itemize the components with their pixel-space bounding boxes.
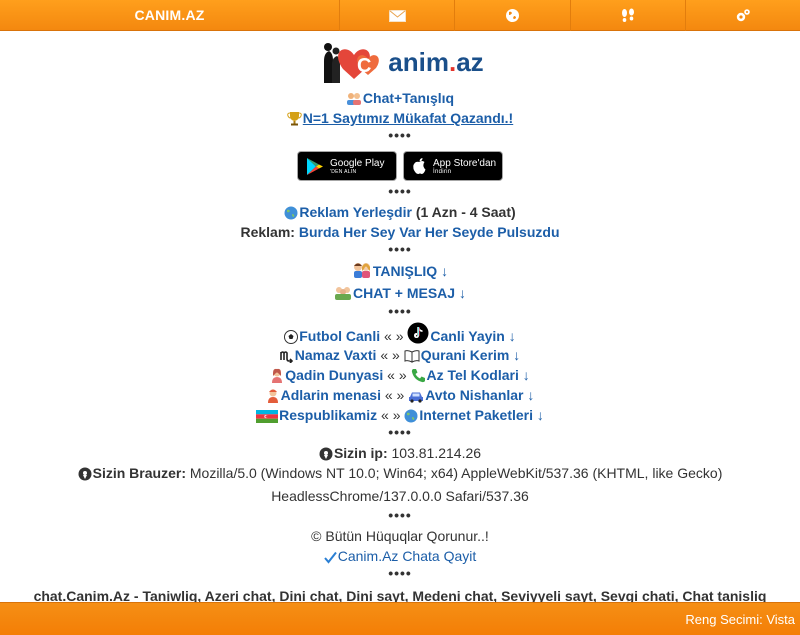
brand-link[interactable]: CANIM.AZ — [0, 0, 340, 31]
car-plates-link[interactable]: Avto Nishanlar — [425, 387, 523, 403]
visitors-nav[interactable] — [571, 0, 686, 31]
google-play-sub: 'DEN ALIN — [330, 168, 357, 175]
menu-separator: « » — [384, 328, 404, 344]
browser-value-line1: Mozilla/5.0 (Windows NT 10.0; Win64; x64… — [189, 465, 723, 481]
logo-wordmark: anim.az — [388, 46, 484, 77]
ip-value: 103.81.214.26 — [391, 445, 482, 461]
envelope-icon — [388, 9, 406, 22]
name-meanings-link[interactable]: Adlarin menasi — [281, 387, 381, 403]
ip-row: Sizin ip: 103.81.214.26 — [0, 443, 800, 463]
location-pin-icon — [78, 466, 92, 486]
separator: •••• — [388, 127, 412, 143]
chat-link-row: Chat+Tanışlıq — [0, 88, 800, 108]
app-store-sub: İndirin — [433, 168, 452, 175]
menu-separator: « » — [381, 407, 401, 423]
down-arrow-icon: ↓ — [536, 407, 544, 423]
football-link[interactable]: Futbol Canli — [299, 328, 380, 344]
internet-packages-link[interactable]: Internet Paketleri — [419, 407, 533, 423]
main-content: C anim.az Chat+Tanışlıq N=1 Saytımız Mük… — [0, 36, 800, 602]
menu-row-1: Futbol Canli « » Canli Yayin ↓ — [0, 322, 800, 345]
ip-label: Sizin ip: — [333, 445, 388, 461]
menu-separator: « » — [387, 367, 407, 383]
globe-icon — [505, 9, 519, 22]
chat-link[interactable]: Chat+Tanışlıq — [363, 90, 454, 106]
womens-world-link[interactable]: Qadin Dunyasi — [285, 367, 383, 383]
browser-value-line2: HeadlessChrome/137.0.0.0 Safari/537.36 — [271, 488, 529, 504]
theme-selector[interactable]: Reng Secimi: Vista — [685, 612, 795, 627]
ad-label: Reklam: — [240, 224, 295, 240]
back-to-chat-link[interactable]: Canim.Az Chata Qayit — [338, 548, 477, 564]
world-nav[interactable] — [455, 0, 571, 31]
menu-row-4: Adlarin menasi « » Avto Nishanlar ↓ — [0, 385, 800, 405]
chat-message-link[interactable]: CHAT + MESAJ — [353, 285, 455, 301]
menu-separator: « » — [380, 347, 400, 363]
phone-codes-link[interactable]: Az Tel Kodlari — [427, 367, 519, 383]
messages-nav[interactable] — [340, 0, 456, 31]
apple-icon — [413, 158, 426, 174]
browser-label: Sizin Brauzer: — [92, 465, 186, 481]
group-icon — [334, 285, 352, 307]
google-play-label: Google Play — [330, 157, 385, 169]
down-arrow-icon: ↓ — [441, 263, 449, 279]
down-arrow-icon: ↓ — [522, 367, 530, 383]
prayer-time-link[interactable]: Namaz Vaxti — [295, 347, 377, 363]
google-play-icon — [307, 157, 323, 175]
separator: •••• — [388, 424, 412, 440]
couple-hearts-logo-icon: C — [324, 43, 380, 83]
menu-row-3: Qadin Dunyasi « » Az Tel Kodlari ↓ — [0, 365, 800, 385]
top-navbar: CANIM.AZ — [0, 0, 800, 31]
copyright-text: © Bütün Hüquqlar Qorunur..! — [311, 528, 489, 544]
separator: •••• — [388, 241, 412, 257]
app-store-button[interactable]: App Store'dan İndirin — [403, 151, 503, 181]
seo-text: chat.Canim.Az - Taniwliq, Azeri chat, Di… — [33, 588, 767, 602]
ad-place-row: Reklam Yerleşdir (1 Azn - 4 Saat) — [0, 202, 800, 222]
site-logo[interactable]: C anim.az — [0, 36, 800, 88]
menu-separator: « » — [384, 387, 405, 403]
award-link[interactable]: N=1 Saytımız Mükafat Qazandı.! — [303, 110, 513, 126]
down-arrow-icon: ↓ — [527, 387, 535, 403]
app-store-label: App Store'dan — [433, 157, 497, 169]
footer-bar: Reng Secimi: Vista — [0, 602, 800, 635]
checkmark-icon — [323, 549, 337, 569]
chat-section-row: CHAT + MESAJ ↓ — [0, 282, 800, 304]
ad-text-link[interactable]: Burda Her Sey Var Her Seyde Pulsuzdu — [299, 224, 560, 240]
logo-letter: C — [357, 55, 371, 77]
dating-link[interactable]: TANIŞLIQ — [373, 263, 437, 279]
menu-row-5: Respublikamiz « » Internet Paketleri ↓ — [0, 405, 800, 425]
down-arrow-icon: ↓ — [458, 285, 466, 301]
browser-row: Sizin Brauzer: Mozilla/5.0 (Windows NT 1… — [0, 463, 800, 506]
live-stream-link[interactable]: Canli Yayin — [430, 328, 504, 344]
trophy-icon — [287, 111, 302, 131]
separator: •••• — [388, 565, 412, 581]
ad-place-link[interactable]: Reklam Yerleşdir — [299, 204, 412, 220]
separator: •••• — [388, 183, 412, 199]
footprints-icon — [621, 8, 634, 22]
azerbaijan-flag-icon — [256, 408, 279, 428]
back-row: Canim.Az Chata Qayit — [0, 546, 800, 566]
dating-row: TANIŞLIQ ↓ — [0, 260, 800, 282]
down-arrow-icon: ↓ — [508, 328, 516, 344]
award-row: N=1 Saytımız Mükafat Qazandı.! — [0, 108, 800, 128]
google-play-button[interactable]: Google Play 'DEN ALIN — [297, 151, 397, 181]
store-badges: Google Play 'DEN ALIN App Store'dan İndi… — [0, 151, 800, 181]
ad-row: Reklam: Burda Her Sey Var Her Seyde Puls… — [0, 222, 800, 242]
separator: •••• — [388, 303, 412, 319]
settings-nav[interactable] — [686, 0, 800, 31]
republic-link[interactable]: Respublikamiz — [279, 407, 377, 423]
menu-row-2: Namaz Vaxti « » Qurani Kerim ↓ — [0, 345, 800, 365]
gear-icon — [736, 9, 750, 22]
down-arrow-icon: ↓ — [513, 347, 521, 363]
ad-price: (1 Azn - 4 Saat) — [415, 204, 516, 220]
separator: •••• — [388, 507, 412, 523]
quran-link[interactable]: Qurani Kerim — [421, 347, 510, 363]
